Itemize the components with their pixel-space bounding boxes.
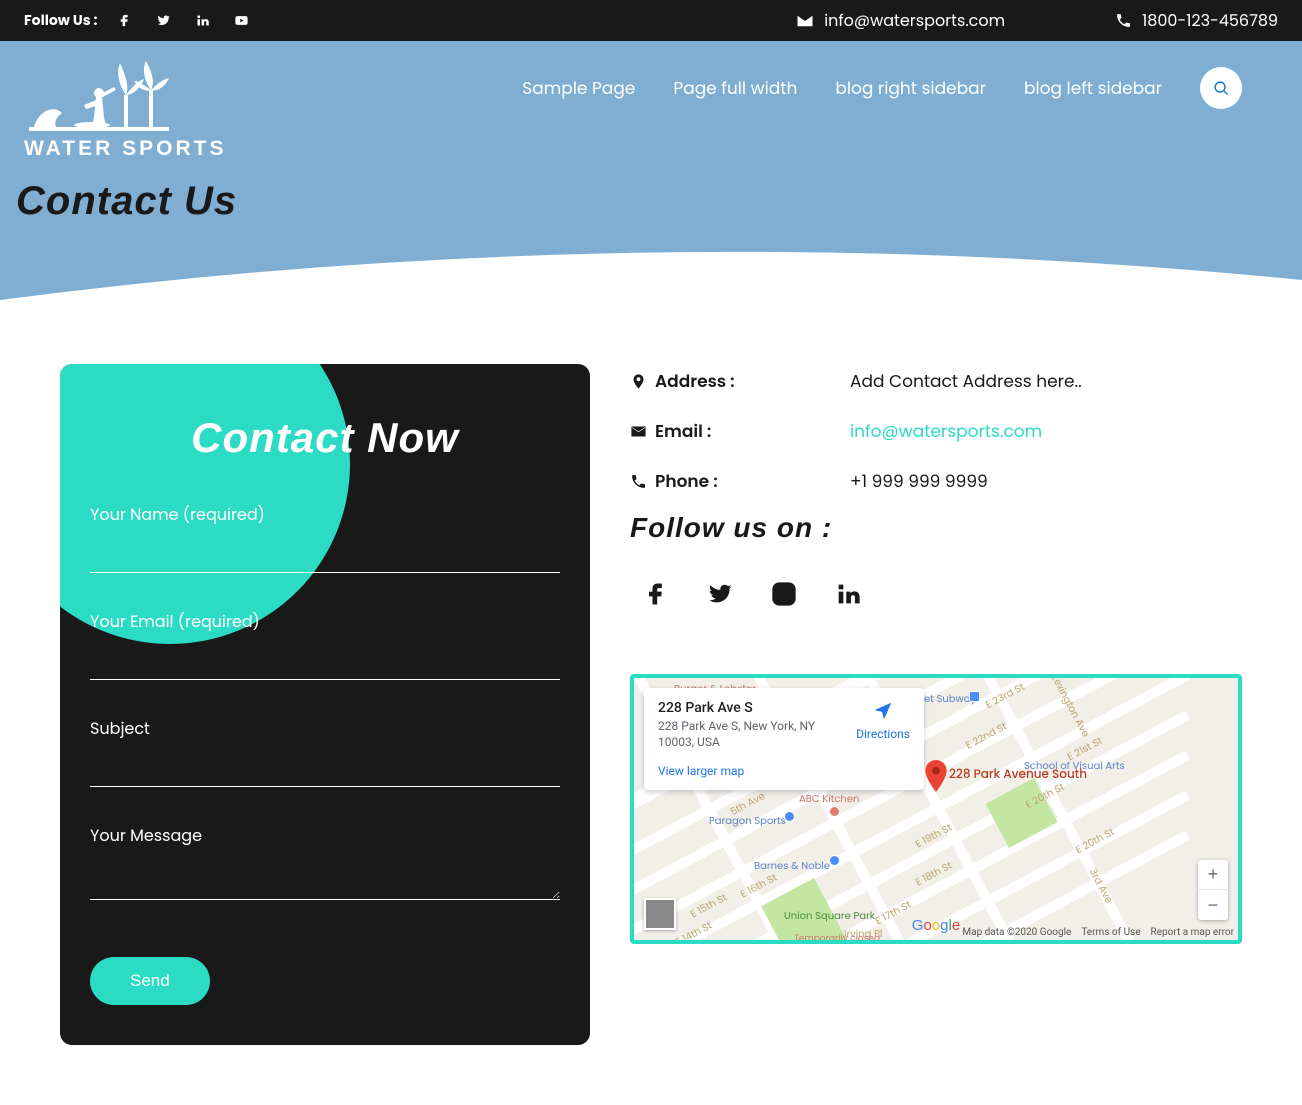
name-label: Your Name (required) — [90, 502, 560, 527]
linkedin-icon[interactable] — [834, 572, 862, 614]
poi-label: Temporarily closed — [794, 933, 880, 944]
hero-curve — [0, 245, 1302, 305]
social-links-large — [630, 572, 1242, 614]
page-title: Contact Us — [0, 161, 1302, 224]
logo-text: WATER SPORTS — [24, 137, 226, 161]
site-logo[interactable]: WATER SPORTS — [24, 55, 226, 161]
send-button[interactable]: Send — [90, 957, 210, 1005]
envelope-icon — [630, 423, 647, 440]
poi-label: Union Square Park — [784, 908, 875, 924]
topbar-phone-text: 1800-123-456789 — [1142, 8, 1278, 33]
topbar-left: Follow Us : — [24, 9, 249, 32]
email-link[interactable]: info@watersports.com — [850, 418, 1242, 444]
view-larger-map-link[interactable]: View larger map — [658, 764, 910, 778]
search-icon — [1213, 80, 1230, 97]
poi-label: ABC Kitchen — [799, 791, 859, 807]
logo-graphic — [24, 55, 174, 135]
nav-blog-left-sidebar[interactable]: blog left sidebar — [1024, 75, 1162, 101]
nav-row: WATER SPORTS Sample Page Page full width… — [0, 41, 1302, 161]
map-info-title: 228 Park Ave S — [658, 700, 842, 716]
directions-icon — [872, 700, 894, 722]
message-textarea[interactable] — [90, 864, 560, 900]
topbar-phone[interactable]: 1800-123-456789 — [1115, 8, 1278, 33]
road-label: E 22nd St — [963, 718, 1010, 753]
follow-us-label: Follow Us : — [24, 10, 97, 31]
map-attribution: Map data ©2020 Google Terms of Use Repor… — [962, 927, 1234, 938]
map-marker-label: 228 Park Avenue South — [949, 766, 1087, 784]
topbar-email[interactable]: info@watersports.com — [796, 8, 1005, 33]
youtube-icon[interactable] — [234, 9, 249, 32]
google-logo: Google — [912, 917, 960, 934]
twitter-icon[interactable] — [156, 9, 171, 32]
nav-page-full-width[interactable]: Page full width — [673, 75, 797, 101]
map-report-link[interactable]: Report a map error — [1151, 927, 1234, 938]
twitter-icon[interactable] — [706, 572, 734, 614]
phone-icon — [1115, 12, 1132, 29]
linkedin-icon[interactable] — [195, 9, 210, 32]
address-label: Address : — [655, 368, 735, 394]
facebook-icon[interactable] — [642, 572, 670, 614]
nav-sample-page[interactable]: Sample Page — [522, 75, 635, 101]
map-zoom-controls: + − — [1198, 860, 1228, 920]
hero-section: WATER SPORTS Sample Page Page full width… — [0, 41, 1302, 304]
email-label: Email : — [655, 418, 711, 444]
map-marker-icon — [630, 373, 647, 390]
top-bar: Follow Us : info@watersports.com 1800-12… — [0, 0, 1302, 41]
map-terms-link[interactable]: Terms of Use — [1081, 927, 1140, 938]
map-zoom-in-button[interactable]: + — [1198, 860, 1228, 890]
phone-value: +1 999 999 9999 — [850, 468, 1242, 494]
follow-us-heading: Follow us on : — [630, 512, 1242, 544]
topbar-email-text: info@watersports.com — [824, 8, 1005, 33]
main-content: Contact Now Your Name (required) Your Em… — [0, 304, 1302, 1105]
nav-blog-right-sidebar[interactable]: blog right sidebar — [835, 75, 986, 101]
facebook-icon[interactable] — [117, 9, 132, 32]
map-marker: 228 Park Avenue South — [925, 760, 947, 799]
subject-label: Subject — [90, 716, 560, 741]
topbar-right: info@watersports.com 1800-123-456789 — [796, 8, 1278, 33]
streetview-peg[interactable] — [644, 898, 676, 930]
email-input[interactable] — [90, 650, 560, 680]
poi-label: Barnes & Noble — [754, 858, 830, 874]
subject-input[interactable] — [90, 757, 560, 787]
phone-label: Phone : — [655, 468, 718, 494]
contact-form-card: Contact Now Your Name (required) Your Em… — [60, 364, 590, 1045]
map-info-address: 228 Park Ave S, New York, NY 10003, USA — [658, 719, 842, 750]
contact-form-title: Contact Now — [90, 414, 560, 462]
phone-icon — [630, 473, 647, 490]
top-social-icons — [117, 9, 249, 32]
email-row: Email : info@watersports.com — [630, 418, 1242, 444]
phone-row: Phone : +1 999 999 9999 — [630, 468, 1242, 494]
email-label: Your Email (required) — [90, 609, 560, 634]
road-label: E 20th St — [1073, 824, 1118, 858]
map[interactable]: E 23rd St E 22nd St E 21st St E 20th St … — [630, 674, 1242, 944]
contact-info-column: Address : Add Contact Address here.. Ema… — [630, 364, 1242, 944]
search-button[interactable] — [1200, 67, 1242, 109]
message-label: Your Message — [90, 823, 560, 848]
map-zoom-out-button[interactable]: − — [1198, 890, 1228, 920]
envelope-icon — [796, 12, 814, 30]
address-row: Address : Add Contact Address here.. — [630, 368, 1242, 394]
map-directions-link[interactable]: Directions — [856, 700, 910, 750]
name-input[interactable] — [90, 543, 560, 573]
poi-label: Paragon Sports — [709, 813, 786, 829]
map-pin-icon — [925, 760, 947, 792]
main-nav: Sample Page Page full width blog right s… — [522, 55, 1242, 109]
map-data-attr[interactable]: Map data ©2020 Google — [962, 927, 1071, 938]
address-value: Add Contact Address here.. — [850, 368, 1242, 394]
map-info-card: 228 Park Ave S 228 Park Ave S, New York,… — [644, 688, 924, 790]
instagram-icon[interactable] — [770, 572, 798, 614]
